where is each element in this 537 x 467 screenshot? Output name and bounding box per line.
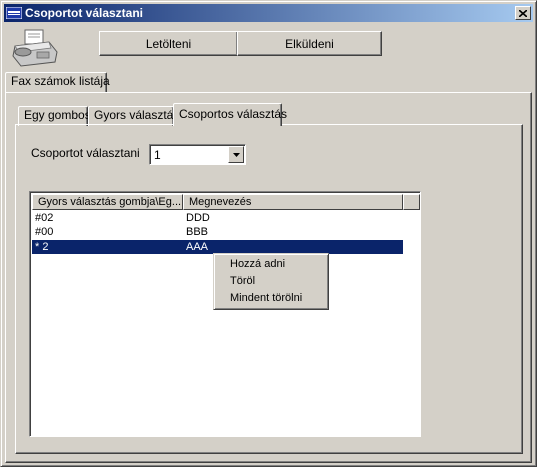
dialog-window: Csoportot választani Letölteni Elküldeni… (0, 0, 537, 467)
chevron-down-icon (232, 152, 240, 157)
group-select-value: 1 (154, 148, 161, 162)
list-item-selected[interactable]: * 2 AAA (32, 240, 403, 254)
group-select[interactable]: 1 (149, 144, 246, 165)
column-header-speed-dial-key[interactable]: Gyors választás gombja\Eg... (32, 194, 183, 210)
list-item-key: #00 (35, 226, 54, 238)
title-bar[interactable]: Csoportot választani (4, 4, 533, 22)
list-item[interactable]: #00 BBB (32, 225, 403, 239)
context-menu: Hozzá adni Töröl Mindent törölni (213, 253, 329, 310)
menu-item-add[interactable]: Hozzá adni (217, 256, 325, 273)
column-header-filler (403, 194, 420, 210)
tab-group-dial-label: Csoportos választás (179, 107, 288, 121)
column-header-name[interactable]: Megnevezés (183, 194, 403, 210)
menu-item-delete-all[interactable]: Mindent törölni (217, 290, 325, 307)
tab-single-button[interactable]: Egy gombos (18, 106, 91, 126)
menu-item-delete[interactable]: Töröl (217, 273, 325, 290)
list-header: Gyors választás gombja\Eg... Megnevezés (32, 194, 420, 210)
tab-speed-dial[interactable]: Gyors választás (88, 106, 179, 126)
send-button[interactable]: Elküldeni (237, 31, 382, 56)
download-button[interactable]: Letölteni (99, 31, 238, 56)
app-icon (6, 7, 22, 19)
list-item-name: DDD (186, 212, 210, 224)
dropdown-button[interactable] (228, 146, 244, 163)
tab-fax-numbers-list[interactable]: Fax számok listája (5, 72, 110, 93)
tab-speed-dial-label: Gyors választás (94, 108, 180, 122)
tab-fax-numbers-list-label: Fax számok listája (11, 74, 110, 88)
list-item[interactable]: #02 DDD (32, 211, 403, 225)
fax-machine-icon (12, 29, 58, 67)
list-item-key: * 2 (35, 241, 49, 253)
speed-dial-list[interactable]: Gyors választás gombja\Eg... Megnevezés … (29, 191, 421, 437)
window-title: Csoportot választani (25, 6, 144, 20)
download-button-label: Letölteni (145, 36, 192, 51)
tab-single-button-label: Egy gombos (24, 108, 91, 122)
tab-group-dial[interactable]: Csoportos választás (173, 103, 287, 126)
list-item-name: AAA (186, 241, 209, 253)
list-item-name: BBB (186, 226, 209, 238)
list-item-key: #02 (35, 212, 54, 224)
close-button[interactable] (515, 6, 531, 20)
group-select-label: Csoportot választani (31, 146, 140, 160)
close-icon (519, 9, 527, 17)
send-button-label: Elküldeni (285, 36, 334, 51)
